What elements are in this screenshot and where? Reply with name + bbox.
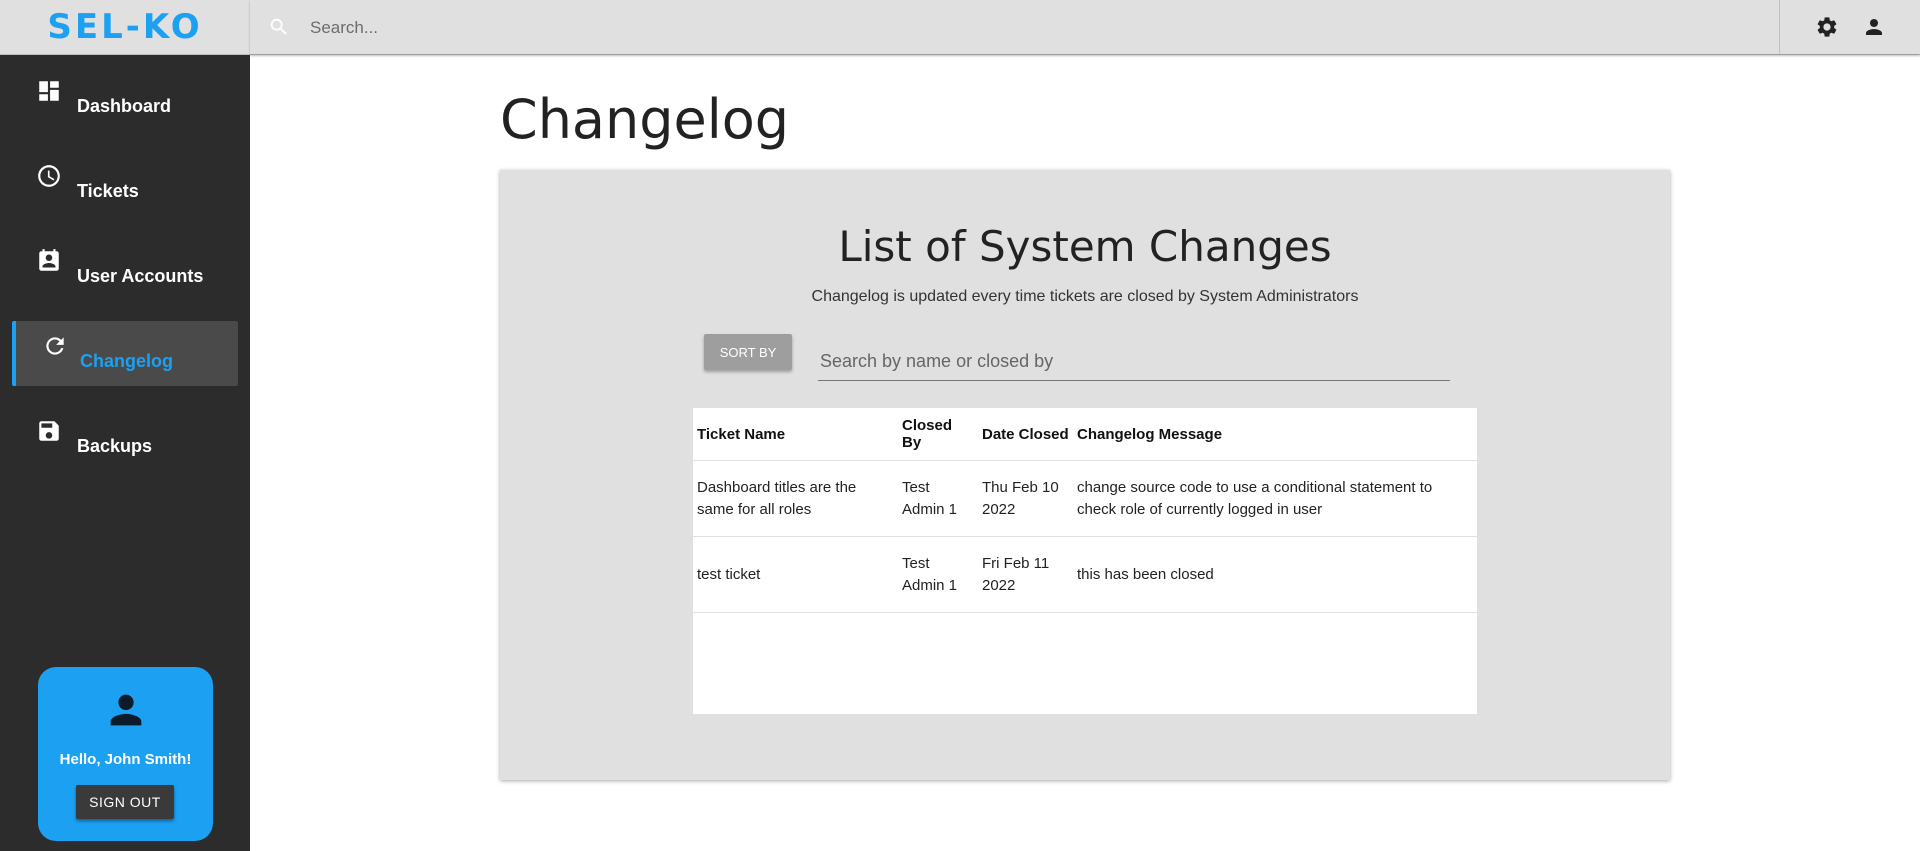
app-logo: SEL-KO: [47, 7, 203, 47]
cell-closed-by: Test Admin 1: [902, 554, 958, 594]
changelog-table: Ticket Name Closed By Date Closed Change…: [693, 408, 1477, 714]
sidebar-item-changelog[interactable]: Changelog: [12, 321, 238, 386]
sign-out-button[interactable]: SIGN OUT: [76, 785, 174, 819]
gear-icon[interactable]: [1815, 15, 1839, 39]
cell-date-closed: Thu Feb 10 2022: [982, 478, 1059, 518]
column-header-changelog-message[interactable]: Changelog Message: [1073, 408, 1477, 461]
sidebar-nav: Dashboard Tickets User Accounts Changelo…: [0, 66, 250, 491]
table-row[interactable]: Dashboard titles are the same for all ro…: [693, 460, 1477, 537]
column-header-closed-by[interactable]: Closed By: [898, 408, 978, 461]
cell-changelog-message: this has been closed: [1077, 565, 1214, 583]
sidebar-item-tickets[interactable]: Tickets: [12, 151, 238, 216]
user-greeting: Hello, John Smith!: [59, 751, 192, 768]
page-title: Changelog: [500, 88, 790, 151]
changelog-panel: List of System Changes Changelog is upda…: [500, 170, 1670, 780]
avatar: [103, 687, 149, 733]
dashboard-icon: [36, 78, 62, 104]
account-box-icon: [36, 248, 62, 274]
user-icon[interactable]: [1862, 15, 1886, 39]
global-search-input[interactable]: [308, 12, 912, 44]
user-card: Hello, John Smith! SIGN OUT: [38, 667, 213, 841]
table-header-row: Ticket Name Closed By Date Closed Change…: [693, 408, 1477, 461]
sidebar-item-label: Backups: [77, 436, 153, 456]
cell-closed-by: Test Admin 1: [902, 478, 958, 518]
logo-area[interactable]: SEL-KO: [0, 0, 250, 55]
panel-subtitle: Changelog is updated every time tickets …: [811, 288, 1359, 305]
cell-ticket-name: test ticket: [697, 565, 761, 583]
cell-changelog-message: change source code to use a conditional …: [1077, 478, 1433, 518]
changelog-search-input[interactable]: [818, 342, 1450, 381]
column-header-date-closed[interactable]: Date Closed: [978, 408, 1073, 461]
sidebar: SEL-KO Dashboard Tickets User Accounts C…: [0, 0, 250, 851]
sidebar-item-backups[interactable]: Backups: [12, 406, 238, 471]
table-row[interactable]: test ticket Test Admin 1 Fri Feb 11 2022…: [693, 536, 1477, 613]
sidebar-item-label: Tickets: [77, 181, 139, 201]
sidebar-item-label: Changelog: [80, 351, 173, 371]
cell-ticket-name: Dashboard titles are the same for all ro…: [697, 478, 857, 518]
clock-icon: [36, 163, 62, 189]
sidebar-item-dashboard[interactable]: Dashboard: [12, 66, 238, 131]
column-header-ticket-name[interactable]: Ticket Name: [693, 408, 898, 461]
save-icon: [36, 418, 62, 444]
top-bar: [250, 0, 1920, 55]
search-icon: [268, 16, 290, 38]
sort-by-button[interactable]: SORT BY: [704, 334, 792, 370]
sidebar-item-user-accounts[interactable]: User Accounts: [12, 236, 238, 301]
topbar-divider: [1779, 0, 1780, 54]
panel-title: List of System Changes: [838, 222, 1332, 271]
sidebar-item-label: Dashboard: [77, 96, 172, 116]
refresh-icon: [42, 333, 68, 359]
cell-date-closed: Fri Feb 11 2022: [982, 554, 1050, 594]
sidebar-item-label: User Accounts: [77, 266, 204, 286]
